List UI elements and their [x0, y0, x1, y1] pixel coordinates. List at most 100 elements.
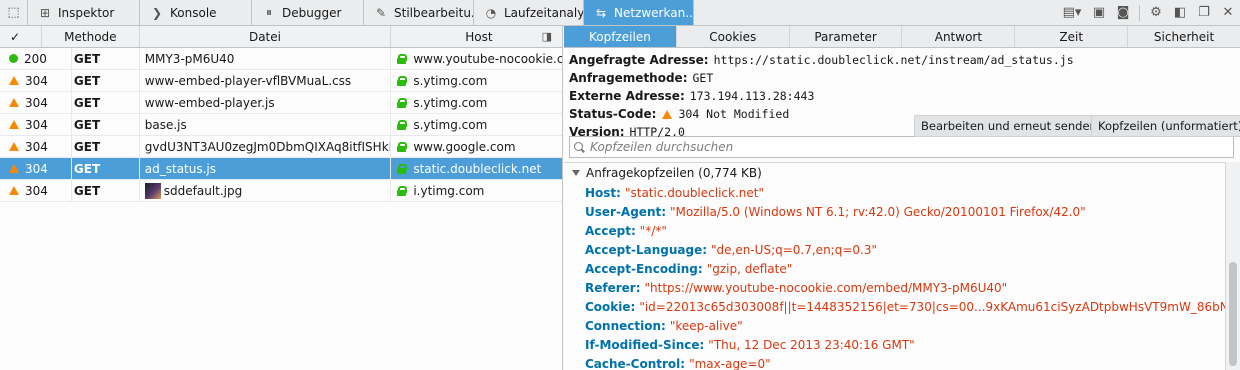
request-headers-toggle[interactable]: Anfragekopfzeilen (0,774 KB) — [564, 163, 1225, 183]
request-headers-title: Anfragekopfzeilen (0,774 KB) — [586, 166, 762, 180]
gear-icon[interactable]: ⚙ — [1144, 0, 1168, 25]
lock-icon — [397, 185, 408, 196]
column-method[interactable]: Methode — [42, 26, 140, 47]
lock-icon — [397, 119, 408, 130]
devtools-toolbar: ⬚ ⊞ Inspektor ❯ Konsole ⏸ Debugger ✎ Sti… — [0, 0, 1240, 26]
tab-label: Netzwerkan... — [614, 5, 694, 20]
status-code: 304 — [25, 139, 48, 154]
details-tabs: Kopfzeilen Cookies Parameter Antwort Zei… — [564, 26, 1240, 48]
table-row[interactable]: 200 GET MMY3-pM6U40 www.youtube-nocookie… — [0, 48, 562, 70]
tab-style-editor[interactable]: ✎ Stilbearbeitu... — [364, 0, 474, 25]
undock-icon[interactable]: ❐ — [1192, 0, 1216, 25]
status-code: 304 — [25, 117, 48, 132]
status-ok-icon — [9, 54, 18, 63]
header-key: Cache-Control: — [585, 356, 686, 370]
tab-network[interactable]: ⇆ Netzwerkan... — [584, 0, 694, 25]
tab-debugger[interactable]: ⏸ Debugger — [252, 0, 364, 25]
header-key: Accept-Language: — [585, 242, 708, 257]
header-row[interactable]: Referer: "https://www.youtube-nocookie.co… — [564, 278, 1225, 297]
host-cell: s.ytimg.com — [413, 95, 488, 110]
file-cell: gvdU3NT3AU0zegJm0DbmQIXAq8itfISHkFq... — [140, 136, 392, 157]
lock-icon — [397, 97, 408, 108]
inspector-icon: ⊞ — [39, 5, 51, 20]
warning-triangle-icon — [9, 120, 19, 129]
header-key: Accept: — [585, 223, 636, 238]
layout-menu-icon[interactable]: ▤▾ — [1057, 0, 1087, 25]
header-row[interactable]: If-Modified-Since: "Thu, 12 Dec 2013 23:4… — [564, 335, 1225, 354]
tab-cookies[interactable]: Cookies — [677, 26, 790, 47]
host-cell: www.youtube-nocookie.c... — [413, 51, 562, 66]
table-row[interactable]: 304 GET gvdU3NT3AU0zegJm0DbmQIXAq8itfISH… — [0, 136, 562, 158]
header-row[interactable]: Accept-Language: "de,en-US;q=0.7,en;q=0.3… — [564, 240, 1225, 259]
status-code: 304 — [25, 161, 48, 176]
method-cell: GET — [72, 70, 140, 91]
method-cell: GET — [72, 158, 140, 179]
tab-security[interactable]: Sicherheit — [1128, 26, 1240, 47]
status-code-label: Status-Code: — [569, 107, 657, 121]
header-row[interactable]: Accept: "*/*" — [564, 221, 1225, 240]
header-row[interactable]: User-Agent: "Mozilla/5.0 (Windows NT 6.1;… — [564, 202, 1225, 221]
remote-address-label: Externe Adresse: — [569, 89, 685, 103]
debugger-icon: ⏸ — [265, 5, 272, 19]
table-row[interactable]: 304 GET sddefault.jpg i.ytimg.com — [0, 180, 562, 202]
version-label: Version: — [569, 125, 625, 139]
tab-timings[interactable]: Zeit — [1015, 26, 1129, 47]
warning-triangle-icon — [9, 164, 19, 173]
tab-console[interactable]: ❯ Konsole — [140, 0, 252, 25]
chevron-down-icon — [572, 170, 580, 176]
table-row[interactable]: 304 GET www-embed-player.js s.ytimg.com — [0, 92, 562, 114]
version-value: HTTP/2.0 — [629, 125, 685, 139]
console-icon: ❯ — [151, 5, 163, 20]
request-method-value: GET — [692, 71, 714, 85]
column-status[interactable]: ✓ — [0, 26, 42, 47]
tab-response[interactable]: Antwort — [902, 26, 1016, 47]
tab-label: Inspektor — [58, 5, 115, 20]
host-cell: s.ytimg.com — [413, 73, 488, 88]
header-row[interactable]: Host: "static.doubleclick.net" — [564, 183, 1225, 202]
header-key: Cookie: — [585, 299, 636, 314]
request-url-value: https://static.doubleclick.net/instream/… — [713, 53, 1074, 67]
screenshot-icon[interactable]: ◙ — [1111, 0, 1135, 25]
header-row[interactable]: Cookie: "id=22013c65d303008f||t=144835215… — [564, 297, 1225, 316]
column-host[interactable]: Host ◨ — [391, 26, 562, 47]
header-row[interactable]: Cache-Control: "max-age=0" — [564, 354, 1225, 370]
request-headers-section: Anfragekopfzeilen (0,774 KB) Host: "stati… — [564, 162, 1225, 370]
table-row[interactable]: 304 GET www-embed-player-vflBVMuaL.css s… — [0, 70, 562, 92]
tab-performance[interactable]: ◔ Laufzeitanaly... — [474, 0, 584, 25]
header-row[interactable]: Accept-Encoding: "gzip, deflate" — [564, 259, 1225, 278]
network-icon: ⇆ — [595, 5, 607, 20]
scrollbar-thumb[interactable] — [1229, 262, 1237, 366]
toggle-sidebar-icon[interactable]: ◨ — [542, 30, 552, 43]
tab-label: Stilbearbeitu... — [394, 5, 474, 20]
tab-inspector[interactable]: ⊞ Inspektor — [28, 0, 140, 25]
close-icon[interactable]: ✕ — [1216, 0, 1240, 25]
table-row-selected[interactable]: 304 GET ad_status.js static.doubleclick.… — [0, 158, 562, 180]
request-method-label: Anfragemethode: — [569, 71, 688, 85]
request-url-label: Angefragte Adresse: — [569, 53, 709, 67]
edit-resend-button[interactable]: Bearbeiten und erneut senden — [914, 115, 1104, 137]
raw-headers-button[interactable]: Kopfzeilen (unformatiert) — [1091, 115, 1240, 137]
host-cell: www.google.com — [413, 139, 516, 154]
header-row[interactable]: Connection: "keep-alive" — [564, 316, 1225, 335]
dock-side-icon[interactable]: ◧ — [1168, 0, 1192, 25]
tab-headers[interactable]: Kopfzeilen — [564, 26, 677, 47]
method-cell: GET — [72, 48, 140, 69]
header-value: "https://www.youtube-nocookie.com/embed/… — [644, 280, 1008, 295]
lock-icon — [397, 163, 408, 174]
split-console-icon[interactable]: ▣ — [1087, 0, 1111, 25]
element-picker-icon[interactable]: ⬚ — [0, 0, 28, 25]
status-code-value: 304 Not Modified — [678, 107, 790, 121]
column-file[interactable]: Datei — [140, 26, 392, 47]
toolbar-divider — [1139, 4, 1140, 21]
tab-label: Debugger — [282, 5, 342, 20]
method-cell: GET — [72, 92, 140, 113]
header-value: "*/*" — [639, 223, 667, 238]
warning-triangle-icon — [9, 186, 19, 195]
table-row[interactable]: 304 GET base.js s.ytimg.com — [0, 114, 562, 136]
status-code: 200 — [24, 51, 47, 66]
headers-scrollbar[interactable] — [1225, 162, 1240, 370]
header-value: "static.doubleclick.net" — [624, 185, 764, 200]
header-key: Referer: — [585, 280, 641, 295]
tab-params[interactable]: Parameter — [790, 26, 903, 47]
host-cell: static.doubleclick.net — [413, 161, 542, 176]
